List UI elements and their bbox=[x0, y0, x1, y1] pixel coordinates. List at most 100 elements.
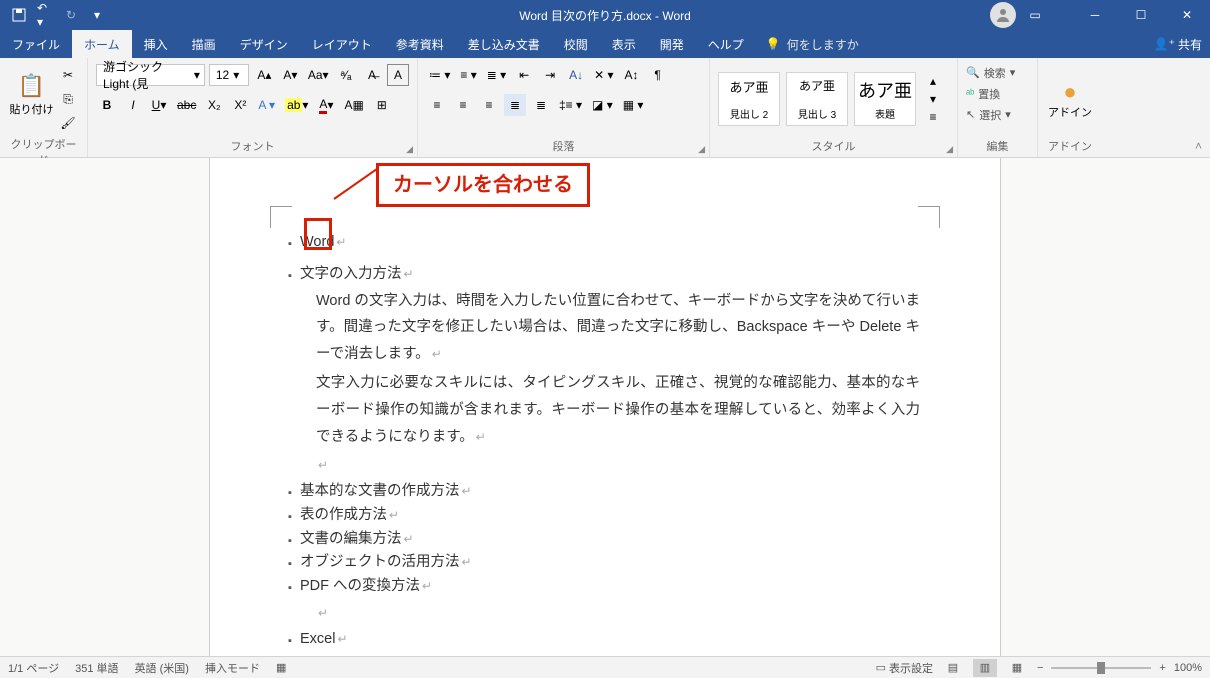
heading-basic[interactable]: 基本的な文書の作成方法 bbox=[290, 481, 920, 503]
read-mode-icon[interactable]: ▤ bbox=[941, 659, 965, 677]
find-button[interactable]: 🔍検索▾ bbox=[966, 62, 1029, 83]
font-color-icon[interactable]: A ▾ bbox=[315, 94, 337, 116]
heading-edit[interactable]: 文書の編集方法 bbox=[290, 529, 920, 551]
numbering-icon[interactable]: ≡ ▾ bbox=[457, 64, 479, 86]
align-right-icon[interactable]: ≡ bbox=[478, 94, 500, 116]
charbox-icon[interactable]: ⊞ bbox=[371, 94, 393, 116]
empty-paragraph[interactable] bbox=[316, 452, 920, 479]
tab-help[interactable]: ヘルプ bbox=[696, 30, 756, 58]
grow-font-icon[interactable]: A▴ bbox=[253, 64, 275, 86]
tell-me[interactable]: 💡 何をしますか bbox=[756, 30, 859, 58]
heading-table[interactable]: 表の作成方法 bbox=[290, 505, 920, 527]
account-icon[interactable] bbox=[990, 2, 1016, 28]
tab-view[interactable]: 表示 bbox=[600, 30, 648, 58]
show-marks-icon[interactable]: A↕ bbox=[621, 64, 643, 86]
ribbon-display-icon[interactable]: ▭ bbox=[1020, 4, 1050, 26]
asian-layout-icon[interactable]: ✕ ▾ bbox=[591, 64, 616, 86]
tab-layout[interactable]: レイアウト bbox=[300, 30, 384, 58]
multilevel-list-icon[interactable]: ≣ ▾ bbox=[484, 64, 509, 86]
document-area[interactable]: カーソルを合わせる Word 文字の入力方法 Word の文字入力は、時間を入力… bbox=[0, 158, 1210, 656]
empty-paragraph[interactable] bbox=[316, 600, 920, 627]
text-effects-icon[interactable]: A ▾ bbox=[255, 94, 278, 116]
bold-icon[interactable]: B bbox=[96, 94, 118, 116]
styles-scroll-up-icon[interactable]: ▴ bbox=[922, 72, 944, 90]
body-paragraph[interactable]: 文字入力に必要なスキルには、タイピングスキル、正確さ、視覚的な確認能力、基本的な… bbox=[316, 370, 920, 450]
borders-icon[interactable]: ▦ ▾ bbox=[620, 94, 647, 116]
heading-excel[interactable]: Excel bbox=[290, 629, 920, 651]
heading-object[interactable]: オブジェクトの活用方法 bbox=[290, 552, 920, 574]
web-layout-icon[interactable]: ▦ bbox=[1005, 659, 1029, 677]
status-wordcount[interactable]: 351 単語 bbox=[75, 660, 118, 676]
char-shading-icon[interactable]: A▦ bbox=[341, 94, 366, 116]
tab-references[interactable]: 参考資料 bbox=[384, 30, 456, 58]
bullets-icon[interactable]: ≔ ▾ bbox=[426, 64, 453, 86]
zoom-level[interactable]: 100% bbox=[1174, 662, 1202, 674]
page[interactable]: カーソルを合わせる Word 文字の入力方法 Word の文字入力は、時間を入力… bbox=[210, 158, 1000, 656]
launcher-icon[interactable]: ◢ bbox=[406, 144, 413, 155]
minimize-button[interactable]: ─ bbox=[1072, 0, 1118, 30]
font-size-combo[interactable]: 12▾ bbox=[209, 64, 249, 86]
tab-home[interactable]: ホーム bbox=[72, 30, 132, 58]
style-heading2[interactable]: あア亜見出し 2 bbox=[718, 72, 780, 126]
change-case-icon[interactable]: Aa▾ bbox=[305, 64, 331, 86]
zoom-slider[interactable] bbox=[1051, 667, 1151, 669]
tab-developer[interactable]: 開発 bbox=[648, 30, 696, 58]
status-insertmode[interactable]: 挿入モード bbox=[205, 660, 260, 676]
heading-pdf[interactable]: PDF への変換方法 bbox=[290, 576, 920, 598]
tab-file[interactable]: ファイル bbox=[0, 30, 72, 58]
copy-icon[interactable]: ⎘ bbox=[57, 88, 79, 110]
print-layout-icon[interactable]: ▥ bbox=[973, 659, 997, 677]
undo-icon[interactable]: ↶ ▾ bbox=[34, 4, 56, 26]
body-paragraph[interactable]: Word の文字入力は、時間を入力したい位置に合わせて、キーボードから文字を決め… bbox=[316, 288, 920, 368]
launcher-icon[interactable]: ◢ bbox=[698, 144, 705, 155]
italic-icon[interactable]: I bbox=[122, 94, 144, 116]
clear-formatting-icon[interactable]: A̶ bbox=[361, 64, 383, 86]
zoom-out-icon[interactable]: − bbox=[1037, 662, 1043, 674]
tab-design[interactable]: デザイン bbox=[228, 30, 300, 58]
superscript-icon[interactable]: X² bbox=[229, 94, 251, 116]
phonetic-guide-icon[interactable]: ᵃ⁄ₐ bbox=[335, 64, 357, 86]
maximize-button[interactable]: ☐ bbox=[1118, 0, 1164, 30]
styles-scroll-down-icon[interactable]: ▾ bbox=[922, 90, 944, 108]
align-left-icon[interactable]: ≡ bbox=[426, 94, 448, 116]
tab-draw[interactable]: 描画 bbox=[180, 30, 228, 58]
enclose-char-icon[interactable]: A bbox=[387, 64, 409, 86]
tab-review[interactable]: 校閲 bbox=[552, 30, 600, 58]
style-title[interactable]: あア亜表題 bbox=[854, 72, 916, 126]
launcher-icon[interactable]: ◢ bbox=[946, 144, 953, 155]
close-button[interactable]: ✕ bbox=[1164, 0, 1210, 30]
shrink-font-icon[interactable]: A▾ bbox=[279, 64, 301, 86]
align-center-icon[interactable]: ≡ bbox=[452, 94, 474, 116]
shading-icon[interactable]: ◪ ▾ bbox=[589, 94, 616, 116]
tab-insert[interactable]: 挿入 bbox=[132, 30, 180, 58]
save-icon[interactable] bbox=[8, 4, 30, 26]
highlight-icon[interactable]: ab ▾ bbox=[282, 94, 311, 116]
cut-icon[interactable]: ✂ bbox=[57, 64, 79, 86]
style-heading3[interactable]: あア亜見出し 3 bbox=[786, 72, 848, 126]
subscript-icon[interactable]: X₂ bbox=[203, 94, 225, 116]
pilcrow-icon[interactable]: ¶ bbox=[647, 64, 669, 86]
justify-icon[interactable]: ≣ bbox=[504, 94, 526, 116]
collapse-ribbon-icon[interactable]: ˄ bbox=[1195, 139, 1202, 153]
strikethrough-icon[interactable]: abc bbox=[174, 94, 199, 116]
heading-input[interactable]: 文字の入力方法 bbox=[290, 264, 920, 286]
macro-record-icon[interactable]: ▦ bbox=[276, 661, 286, 674]
zoom-in-icon[interactable]: + bbox=[1159, 662, 1165, 674]
paste-button[interactable]: 📋 貼り付け bbox=[8, 62, 55, 128]
underline-icon[interactable]: U ▾ bbox=[148, 94, 170, 116]
styles-more-icon[interactable]: ≡ bbox=[922, 108, 944, 126]
heading-word[interactable]: Word bbox=[290, 232, 920, 254]
redo-icon[interactable]: ↻ bbox=[60, 4, 82, 26]
line-spacing-icon[interactable]: ‡≡ ▾ bbox=[556, 94, 585, 116]
focus-mode-button[interactable]: ▭表示設定 bbox=[876, 660, 933, 676]
distribute-icon[interactable]: ≣ bbox=[530, 94, 552, 116]
format-painter-icon[interactable]: 🖌 bbox=[57, 112, 79, 134]
addins-button[interactable]: ● アドイン bbox=[1047, 66, 1093, 132]
share-button[interactable]: 👤⁺共有 bbox=[1154, 30, 1202, 58]
status-language[interactable]: 英語 (米国) bbox=[135, 660, 189, 676]
status-page[interactable]: 1/1 ページ bbox=[8, 660, 59, 676]
replace-button[interactable]: ᵃᵇ置換 bbox=[966, 83, 1029, 104]
select-button[interactable]: ↖選択▾ bbox=[966, 104, 1029, 125]
increase-indent-icon[interactable]: ⇥ bbox=[539, 64, 561, 86]
qat-more-icon[interactable]: ▾ bbox=[86, 4, 108, 26]
